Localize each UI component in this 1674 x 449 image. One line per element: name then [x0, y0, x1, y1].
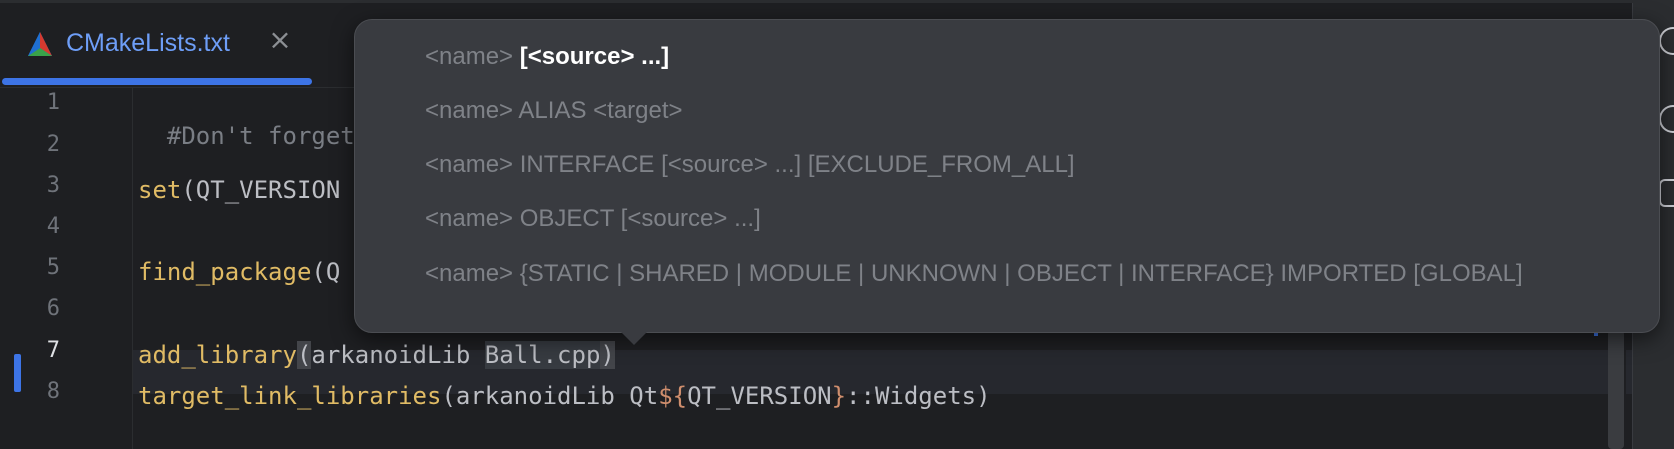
- variable-brace-open: ${: [658, 382, 688, 410]
- command-args: (QT_VERSION: [181, 176, 341, 204]
- signature-name: <name>: [425, 43, 514, 70]
- command-args: arkanoidLib: [311, 341, 485, 369]
- line-number: 1: [46, 90, 60, 115]
- signature-args: {STATIC | SHARED | MODULE | UNKNOWN | OB…: [519, 260, 1523, 287]
- line-number-gutter: 1 2 3 4 5 6 7 8: [0, 88, 133, 449]
- close-icon[interactable]: ×: [268, 25, 292, 55]
- line-number: 5: [46, 255, 60, 280]
- signature-option[interactable]: <name> ALIAS <target>: [425, 97, 683, 125]
- tab-cmakelists[interactable]: CMakeLists.txt ×: [0, 3, 312, 87]
- code-line-7[interactable]: add_library(arkanoidLib Ball.cpp): [138, 341, 1618, 369]
- matched-paren-close: ): [600, 341, 615, 369]
- command-name: set: [138, 176, 182, 204]
- line-number: 6: [46, 296, 60, 321]
- command-name: find_package: [138, 258, 312, 286]
- signature-args: ALIAS <target>: [518, 97, 683, 124]
- line-number: 3: [46, 173, 60, 198]
- editor-scrollbar-thumb[interactable]: [1608, 330, 1624, 449]
- variable-brace-close: }: [831, 382, 847, 410]
- signature-name: <name>: [425, 151, 514, 178]
- signature-option[interactable]: <name> [<source> ...]: [425, 43, 669, 71]
- signature-option[interactable]: <name> OBJECT [<source> ...]: [425, 205, 761, 233]
- line-number: 8: [46, 379, 60, 404]
- notifications-icon[interactable]: [1659, 27, 1674, 55]
- comment-text: #Don't forget: [166, 122, 355, 150]
- signature-args: [<source> ...]: [519, 43, 670, 70]
- line-number: 2: [46, 132, 60, 157]
- signature-option[interactable]: <name> {STATIC | SHARED | MODULE | UNKNO…: [425, 260, 1523, 288]
- vcs-change-marker[interactable]: [14, 354, 21, 392]
- line-number-current: 7: [46, 338, 60, 363]
- cmake-icon: [28, 32, 52, 56]
- command-args: ::Widgets): [846, 382, 991, 410]
- command-args: (arkanoidLib Qt: [441, 382, 659, 410]
- signature-name: <name>: [425, 260, 514, 287]
- matched-paren-open: (: [296, 341, 312, 369]
- signature-name: <name>: [425, 97, 514, 124]
- line-number: 4: [46, 214, 60, 239]
- signature-args: OBJECT [<source> ...]: [519, 205, 761, 232]
- signature-args: INTERFACE [<source> ...] [EXCLUDE_FROM_A…: [519, 151, 1075, 178]
- tab-label: CMakeLists.txt: [66, 29, 230, 57]
- popup-pointer-arrow: [620, 331, 648, 345]
- command-name: target_link_libraries: [138, 382, 442, 410]
- parameter-info-popup: <name> [<source> ...] <name> ALIAS <targ…: [354, 19, 1660, 333]
- database-icon[interactable]: [1659, 179, 1674, 207]
- active-tab-indicator: [2, 78, 312, 85]
- variable-name: QT_VERSION: [687, 382, 832, 410]
- current-argument: Ball.cpp: [484, 341, 601, 369]
- signature-name: <name>: [425, 205, 514, 232]
- code-line-8[interactable]: target_link_libraries(arkanoidLib Qt${QT…: [138, 382, 1618, 410]
- command-args: (Q: [311, 258, 341, 286]
- ai-assistant-icon[interactable]: [1659, 105, 1674, 133]
- signature-option[interactable]: <name> INTERFACE [<source> ...] [EXCLUDE…: [425, 151, 1075, 179]
- command-name: add_library: [138, 341, 297, 369]
